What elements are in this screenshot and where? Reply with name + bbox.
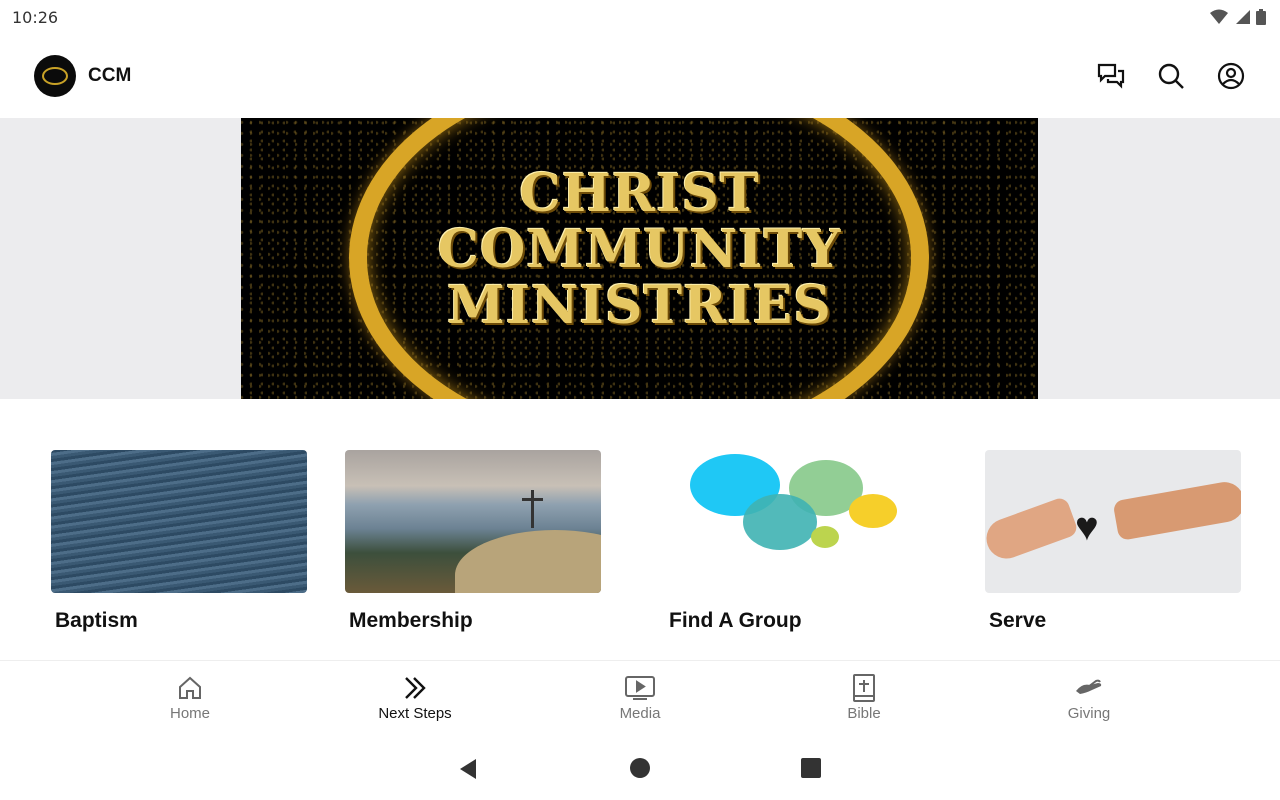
home-icon bbox=[179, 676, 201, 699]
system-navigation-bar bbox=[0, 738, 1280, 800]
double-chevron-icon bbox=[405, 677, 426, 699]
card-label: Membership bbox=[349, 609, 473, 632]
card-label: Serve bbox=[989, 609, 1047, 632]
nav-media[interactable]: Media bbox=[580, 673, 700, 722]
app-bar-actions bbox=[1096, 61, 1246, 91]
app-title: CCM bbox=[88, 65, 132, 86]
search-button[interactable] bbox=[1156, 61, 1186, 91]
nav-giving[interactable]: Giving bbox=[1029, 673, 1149, 722]
status-time: 10:26 bbox=[12, 7, 59, 27]
system-indicators bbox=[1210, 9, 1266, 25]
card-membership[interactable]: Membership bbox=[345, 450, 601, 633]
card-serve[interactable]: ♥ Serve bbox=[985, 450, 1241, 633]
nav-next-steps[interactable]: Next Steps bbox=[355, 673, 475, 722]
banner-title: CHRIST COMMUNITY MINISTRIES bbox=[437, 163, 842, 336]
mountain-cross-image bbox=[345, 450, 601, 593]
search-icon bbox=[1158, 63, 1184, 89]
church-banner[interactable]: CHRIST COMMUNITY MINISTRIES bbox=[241, 118, 1038, 399]
hands-heart-image: ♥ bbox=[985, 450, 1241, 593]
ocean-image bbox=[51, 450, 307, 593]
speech-bubbles-image bbox=[665, 450, 921, 593]
play-screen-icon bbox=[625, 676, 655, 700]
battery-icon bbox=[1256, 9, 1266, 25]
nav-home[interactable]: Home bbox=[130, 673, 250, 722]
home-circle-icon[interactable] bbox=[630, 758, 650, 778]
profile-button[interactable] bbox=[1216, 61, 1246, 91]
giving-hand-icon bbox=[1076, 679, 1102, 694]
church-logo[interactable] bbox=[34, 55, 76, 97]
signal-icon bbox=[1236, 10, 1250, 24]
chat-icon bbox=[1097, 63, 1125, 89]
recents-icon[interactable] bbox=[801, 758, 821, 778]
back-icon[interactable] bbox=[458, 758, 478, 780]
card-baptism[interactable]: Baptism bbox=[51, 450, 307, 633]
bible-icon bbox=[853, 674, 875, 702]
account-icon bbox=[1217, 62, 1245, 90]
card-label: Baptism bbox=[55, 609, 138, 632]
next-steps-cards: Baptism Membership Find A Group ♥ Serve bbox=[0, 450, 1280, 650]
app-bar: CCM bbox=[0, 34, 1280, 118]
card-label: Find A Group bbox=[669, 609, 802, 632]
bottom-navigation: Home Next Steps Media Bible Giving bbox=[0, 660, 1280, 738]
wifi-icon bbox=[1210, 9, 1228, 24]
status-bar: 10:26 bbox=[0, 0, 1280, 34]
card-find-a-group[interactable]: Find A Group bbox=[665, 450, 921, 633]
nav-bible[interactable]: Bible bbox=[804, 673, 924, 722]
hero-section: CHRIST COMMUNITY MINISTRIES bbox=[0, 118, 1280, 399]
messages-button[interactable] bbox=[1096, 61, 1126, 91]
